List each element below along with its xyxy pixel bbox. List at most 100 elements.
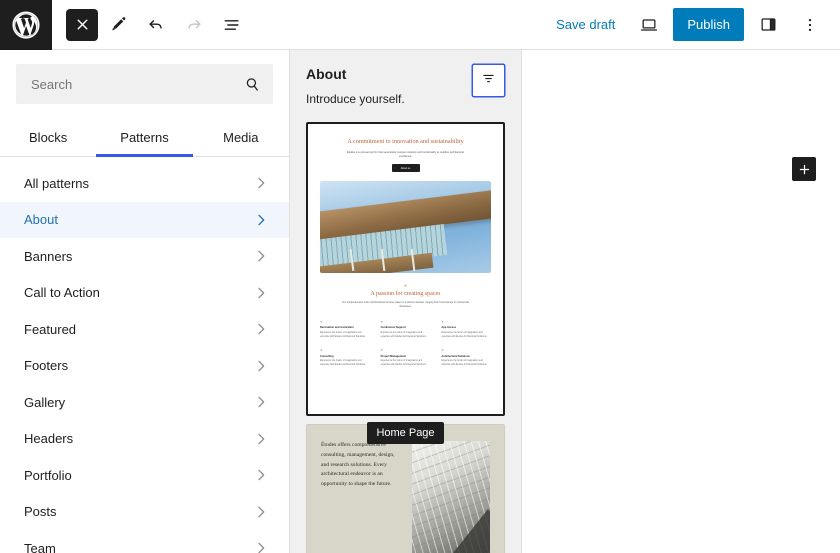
chevron-right-icon — [253, 321, 269, 337]
page-subtitle: Introduce yourself. — [306, 92, 405, 106]
feature-desc: Experience the fusion of imagination and… — [380, 331, 427, 338]
undo-button[interactable] — [138, 7, 174, 43]
editor-root: Save draft Publish Search Blocks Pattern… — [0, 0, 840, 553]
category-item-about[interactable]: About — [0, 201, 289, 238]
pattern-subheading: Études is a pioneering firm that seamles… — [347, 151, 464, 159]
filter-icon — [481, 71, 496, 91]
pattern-preview-panel: About Introduce yourself. A commitment t… — [290, 50, 522, 553]
chevron-right-icon — [253, 358, 269, 374]
feature-title: Renovation and restoration — [320, 326, 354, 330]
category-label: Gallery — [24, 394, 66, 410]
category-label: Featured — [24, 321, 77, 337]
feature-desc: Experience the fusion of imagination and… — [320, 360, 366, 366]
post-content-sheet[interactable] — [522, 50, 840, 553]
pattern-section: ✳ A passion for creating spaces Our comp… — [320, 284, 491, 309]
category-item-team[interactable]: Team — [0, 530, 289, 553]
pattern-section-heading: A passion for creating spaces — [370, 291, 441, 298]
category-label: Footers — [24, 358, 69, 374]
wordpress-logo-button[interactable] — [0, 0, 52, 50]
chevron-right-icon — [253, 467, 269, 483]
feature-title: App Access — [441, 326, 457, 330]
preview-device-button[interactable] — [631, 7, 667, 43]
pattern-panel-header: About Introduce yourself. — [290, 50, 521, 116]
asterisk-icon: ✳ — [403, 284, 407, 289]
close-inserter-button[interactable] — [66, 8, 98, 41]
feature-desc: Experience the fusion of imagination and… — [441, 360, 488, 366]
pattern-category-list: All patterns About Banners Call to Actio… — [0, 157, 289, 553]
category-label: Headers — [24, 431, 74, 447]
category-item-posts[interactable]: Posts — [0, 494, 289, 531]
asterisk-icon: ✳ — [441, 348, 444, 353]
chevron-right-icon — [253, 248, 269, 264]
wordpress-logo-icon — [11, 10, 41, 40]
category-label: Banners — [24, 248, 73, 264]
block-inserter-plus-button[interactable] — [792, 157, 816, 181]
pattern-cta-label: About us — [400, 166, 411, 170]
chevron-right-icon — [253, 431, 269, 447]
settings-sidebar-toggle[interactable] — [750, 7, 786, 43]
pattern-list: A commitment to innovation and sustainab… — [290, 116, 521, 553]
pattern-card-home-page[interactable]: A commitment to innovation and sustainab… — [306, 122, 505, 416]
category-item-featured[interactable]: Featured — [0, 311, 289, 348]
tab-media[interactable]: Media — [193, 118, 289, 156]
edit-tool-button[interactable] — [100, 7, 136, 43]
chevron-right-icon — [253, 285, 269, 301]
search-area — [0, 50, 289, 104]
chevron-right-icon — [253, 540, 269, 553]
editor-body: Blocks Patterns Media All patterns About — [0, 50, 840, 553]
tab-blocks[interactable]: Blocks — [0, 118, 96, 156]
pattern-heading: A commitment to innovation and sustainab… — [347, 138, 464, 145]
editor-toolbar: Save draft Publish — [0, 0, 840, 50]
asterisk-icon: ✳ — [441, 319, 444, 324]
pattern-cta-button: About us — [391, 164, 420, 173]
list-view-button[interactable] — [214, 7, 250, 43]
feature-desc: Experience the fusion of imagination and… — [320, 331, 366, 338]
category-item-banners[interactable]: Banners — [0, 238, 289, 275]
pattern-section-subtext: Our comprehensive suite of professional … — [342, 301, 469, 308]
category-item-all-patterns[interactable]: All patterns — [0, 165, 289, 202]
feature-cell: ✳ Consulting Experience the fusion of im… — [320, 348, 370, 367]
category-label: Portfolio — [24, 467, 72, 483]
search-icon — [243, 75, 262, 94]
feature-cell: ✳ App Access Experience the fusion of im… — [441, 320, 491, 339]
chevron-right-icon — [253, 394, 269, 410]
feature-title: Architectural Solutions — [441, 354, 470, 358]
category-item-footers[interactable]: Footers — [0, 348, 289, 385]
tooltip-wrapper: Home Page — [306, 422, 505, 444]
asterisk-icon: ✳ — [320, 319, 323, 324]
save-draft-button[interactable]: Save draft — [546, 11, 625, 38]
editor-canvas[interactable] — [522, 50, 840, 553]
asterisk-icon: ✳ — [380, 348, 384, 353]
feature-desc: Experience the fusion of imagination and… — [380, 360, 427, 366]
pattern-preview-home-page: A commitment to innovation and sustainab… — [308, 124, 503, 414]
publish-button[interactable]: Publish — [673, 8, 744, 41]
category-label: Call to Action — [24, 285, 100, 301]
category-item-gallery[interactable]: Gallery — [0, 384, 289, 421]
corridor-shape — [441, 509, 490, 553]
feature-desc: Experience the fusion of imagination and… — [441, 331, 488, 338]
category-label: All patterns — [24, 175, 90, 191]
category-item-portfolio[interactable]: Portfolio — [0, 457, 289, 494]
pattern-panel-heading-group: About Introduce yourself. — [306, 66, 472, 106]
page-title: About — [306, 66, 347, 82]
asterisk-icon: ✳ — [320, 348, 323, 353]
redo-button[interactable] — [176, 7, 212, 43]
pattern-tooltip: Home Page — [367, 422, 444, 444]
pattern-image — [412, 441, 490, 553]
more-options-button[interactable] — [792, 7, 828, 43]
feature-cell: ✳ Continuous Support Experience the fusi… — [381, 320, 431, 339]
inserter-tabs: Blocks Patterns Media — [0, 118, 289, 157]
search-box[interactable] — [16, 64, 273, 104]
filter-button[interactable] — [472, 64, 505, 97]
pattern-feature-grid: ✳ Renovation and restoration Experience … — [320, 320, 491, 368]
category-item-headers[interactable]: Headers — [0, 421, 289, 458]
search-input[interactable] — [31, 76, 243, 92]
category-label: About — [24, 212, 58, 228]
feature-cell: ✳ Project Management Experience the fusi… — [381, 348, 431, 367]
chevron-right-icon — [253, 212, 269, 228]
tab-patterns[interactable]: Patterns — [96, 118, 193, 157]
feature-title: Project Management — [380, 354, 407, 358]
category-item-call-to-action[interactable]: Call to Action — [0, 275, 289, 312]
feature-title: Continuous Support — [380, 326, 406, 330]
feature-cell: ✳ Architectural Solutions Experience the… — [441, 348, 491, 367]
